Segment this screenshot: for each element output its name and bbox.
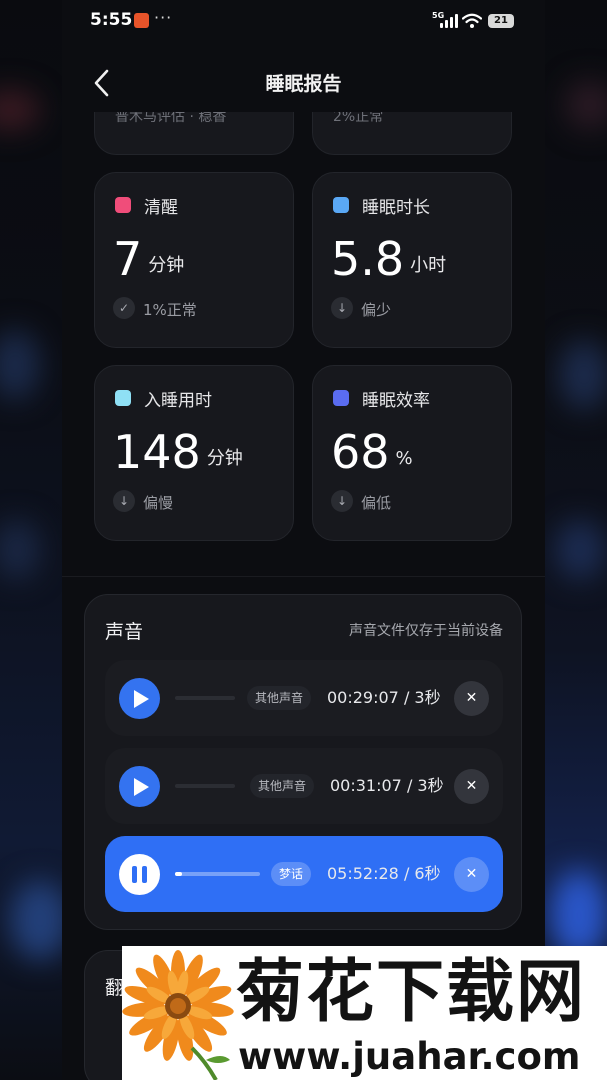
delete-recording-button[interactable]: ✕	[454, 681, 489, 716]
playback-progress[interactable]	[175, 872, 260, 876]
delete-recording-button[interactable]: ✕	[454, 857, 489, 892]
notification-app-icon	[134, 13, 149, 28]
stat-card-sleep-latency[interactable]: 入睡用时 148 分钟 ↓ 偏慢	[94, 365, 294, 541]
stat-value: 68%	[331, 425, 413, 479]
stat-value: 148 分钟	[113, 425, 243, 479]
stat-value: 5.8 小时	[331, 232, 447, 286]
sound-recording-row[interactable]: 其他声音 00:29:07 / 3秒 ✕	[105, 660, 503, 736]
page-title: 睡眠报告	[265, 73, 342, 95]
play-icon	[134, 690, 149, 708]
phone-screen: 5:55 ··· 5G 21 普木马评估 · 稳香 2%正常 睡眠报告 清醒 7…	[62, 0, 545, 1080]
sound-type-tag: 其他声音	[247, 686, 312, 710]
play-icon	[134, 778, 149, 796]
sleep-duration-color-swatch	[333, 197, 349, 213]
stat-label: 睡眠效率	[362, 391, 430, 411]
right-backdrop	[545, 0, 607, 1080]
sound-recording-row-playing[interactable]: 梦话 05:52:28 / 6秒 ✕	[105, 836, 503, 912]
playback-progress[interactable]	[175, 696, 235, 700]
pause-button[interactable]	[119, 854, 160, 895]
section-divider	[62, 576, 545, 577]
stat-label: 清醒	[144, 198, 178, 218]
flower-logo-icon	[122, 950, 234, 1080]
status-time: 5:55	[90, 10, 133, 30]
stat-unit: 分钟	[148, 255, 185, 276]
stat-hint-text: 偏慢	[143, 494, 174, 512]
stat-hint-text: 偏低	[361, 494, 392, 512]
sound-section-title: 声音	[105, 621, 144, 643]
left-backdrop	[0, 0, 62, 1080]
play-button[interactable]	[119, 678, 160, 719]
stat-unit: %	[395, 448, 413, 469]
stat-card-sleep-duration[interactable]: 睡眠时长 5.8 小时 ↓ 偏少	[312, 172, 512, 348]
playback-progress[interactable]	[175, 784, 235, 788]
check-circle-icon: ✓	[113, 297, 135, 319]
pause-icon	[132, 866, 148, 883]
arrow-down-circle-icon: ↓	[331, 297, 353, 319]
watermark-url: www.juahar.com	[238, 1035, 581, 1078]
play-button[interactable]	[119, 766, 160, 807]
stat-unit: 分钟	[206, 448, 243, 469]
signal-icon	[440, 14, 458, 28]
stat-label: 入睡用时	[144, 391, 212, 411]
stat-unit: 小时	[410, 255, 447, 276]
battery-icon: 21	[488, 14, 514, 28]
watermark-title: 菊花下载网	[236, 953, 587, 1032]
sound-type-tag: 梦话	[271, 862, 312, 886]
arrow-down-circle-icon: ↓	[331, 490, 353, 512]
awake-color-swatch	[115, 197, 131, 213]
wifi-icon	[462, 13, 482, 28]
stat-value: 7 分钟	[113, 232, 185, 286]
stat-hint-text: 偏少	[361, 301, 392, 319]
stat-label: 睡眠时长	[362, 198, 430, 218]
sleep-efficiency-color-swatch	[333, 390, 349, 406]
sound-type-tag: 其他声音	[250, 774, 315, 798]
sound-storage-note: 声音文件仅存于当前设备	[349, 623, 503, 639]
arrow-down-circle-icon: ↓	[113, 490, 135, 512]
sound-time: 05:52:28 / 6秒	[327, 864, 441, 883]
more-notifications-icon: ···	[154, 8, 173, 27]
status-bar: 5:55 ··· 5G 21	[62, 0, 545, 44]
delete-recording-button[interactable]: ✕	[454, 769, 489, 804]
stat-hint-text: 1%正常	[143, 301, 197, 319]
sound-panel: 声音 声音文件仅存于当前设备 其他声音 00:29:07 / 3秒 ✕ 其他声音…	[84, 594, 522, 930]
stat-card-awake[interactable]: 清醒 7 分钟 ✓ 1%正常	[94, 172, 294, 348]
app-header: 睡眠报告	[62, 52, 545, 112]
stat-card-sleep-efficiency[interactable]: 睡眠效率 68% ↓ 偏低	[312, 365, 512, 541]
sound-recording-row[interactable]: 其他声音 00:31:07 / 3秒 ✕	[105, 748, 503, 824]
sound-time: 00:31:07 / 3秒	[330, 776, 444, 795]
sleep-latency-color-swatch	[115, 390, 131, 406]
site-watermark: 菊花下载网 www.juahar.com	[122, 946, 607, 1080]
sound-time: 00:29:07 / 3秒	[327, 688, 441, 707]
